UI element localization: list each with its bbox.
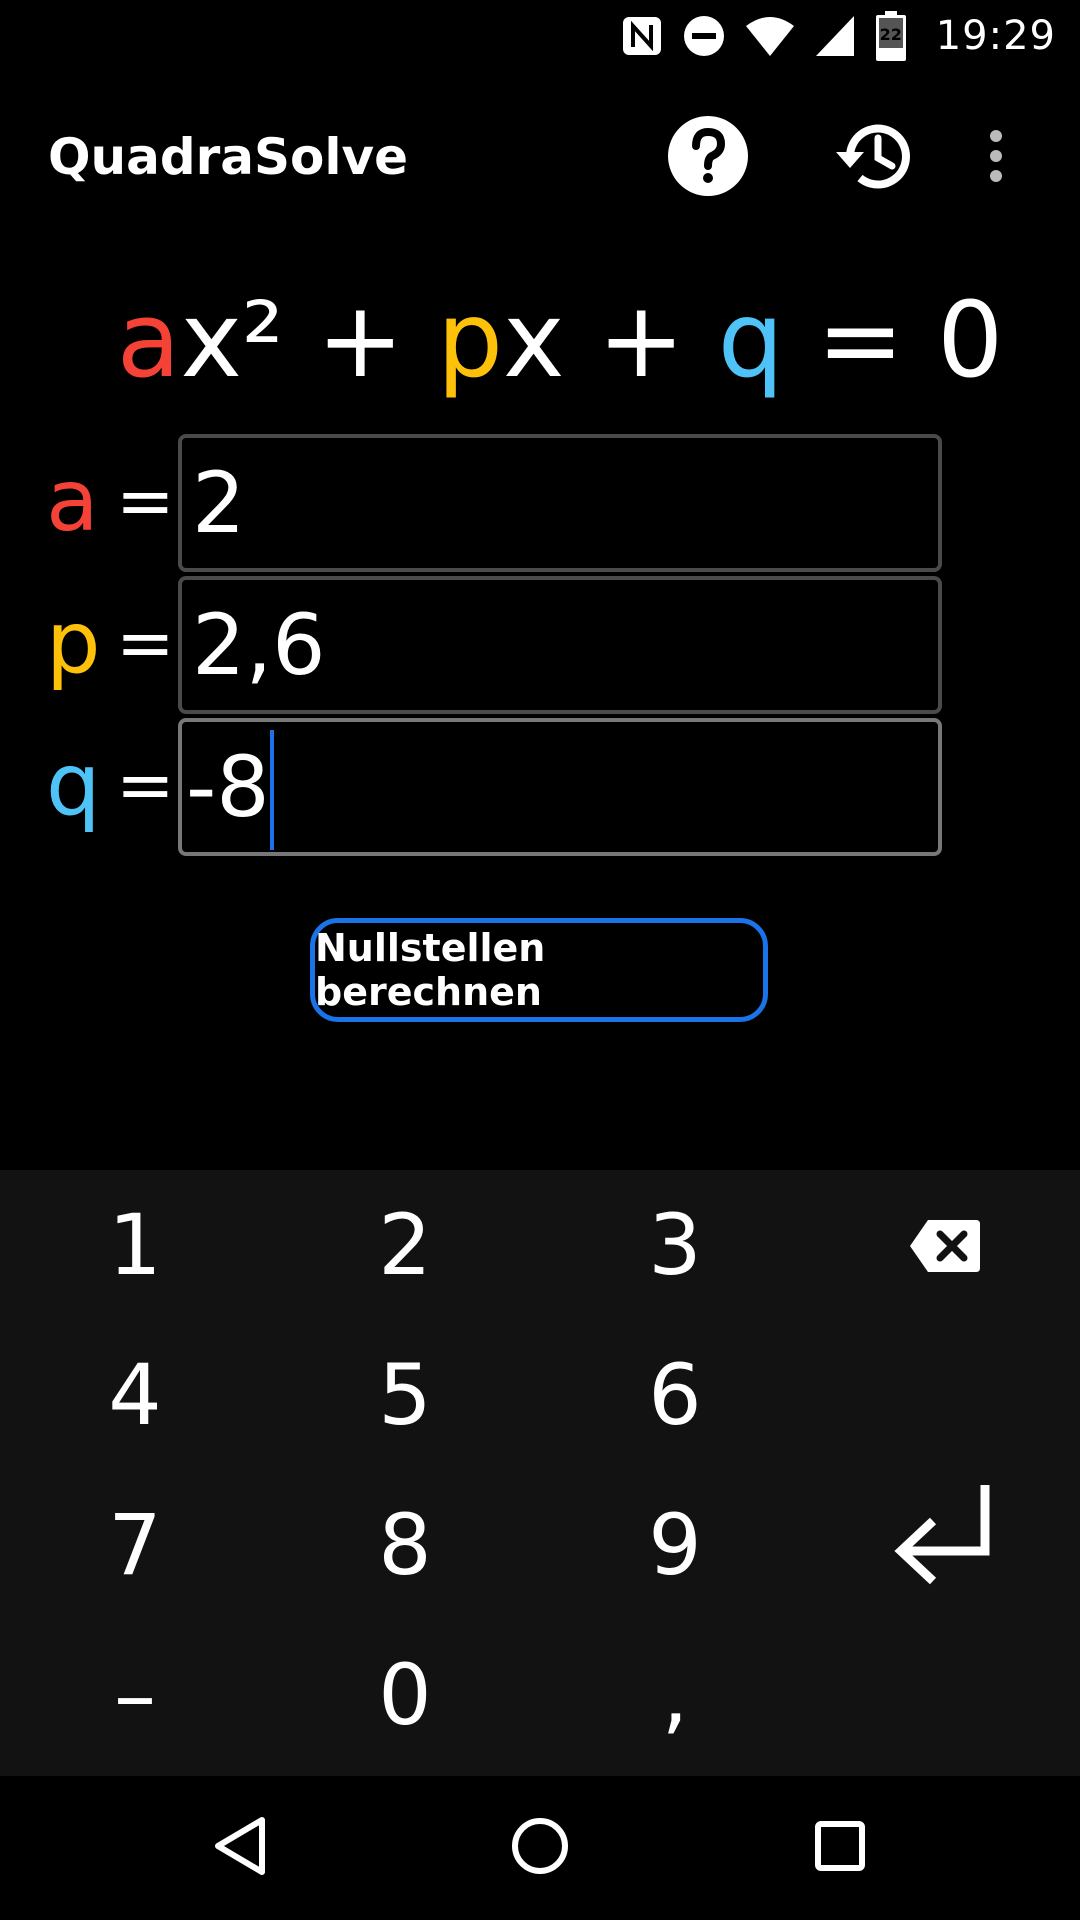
input-row-q: q = -8 <box>0 718 1080 856</box>
equation-coef-a: a <box>116 279 181 401</box>
backspace-icon <box>908 1196 982 1294</box>
key-7[interactable]: 7 <box>0 1470 270 1620</box>
input-row-a: a = 2 <box>0 434 1080 572</box>
enter-key[interactable] <box>810 1470 1080 1620</box>
key-9[interactable]: 9 <box>540 1470 810 1620</box>
key-5[interactable]: 5 <box>270 1320 540 1470</box>
more-vert-icon <box>986 128 1006 188</box>
equals-sign: = <box>116 744 175 826</box>
equation-rhs: = 0 <box>783 279 1004 401</box>
recents-icon <box>814 1820 866 1876</box>
key-1[interactable]: 1 <box>0 1170 270 1320</box>
input-p-value: 2,6 <box>192 596 326 694</box>
calculate-roots-button[interactable]: Nullstellen berechnen <box>310 918 768 1022</box>
key-6[interactable]: 6 <box>540 1320 810 1470</box>
equation-coef-p: p <box>436 279 503 401</box>
home-button[interactable] <box>500 1808 580 1888</box>
input-a-field[interactable]: 2 <box>178 434 942 572</box>
key-2[interactable]: 2 <box>270 1170 540 1320</box>
battery-icon: 22 <box>875 11 906 61</box>
backspace-key[interactable] <box>810 1170 1080 1320</box>
label-q: q <box>46 735 101 835</box>
equation-coef-q: q <box>717 279 784 401</box>
system-navigation-bar <box>0 1776 1080 1920</box>
nfc-icon <box>620 14 664 58</box>
label-a: a <box>46 451 99 551</box>
help-button[interactable] <box>660 110 756 206</box>
numeric-keypad: 1 2 3 4 5 6 7 8 9 – 0 , <box>0 1170 1080 1776</box>
input-q-value: -8 <box>186 738 270 836</box>
enter-icon <box>893 1481 997 1609</box>
equals-sign: = <box>116 460 175 542</box>
status-bar: 22 19:29 <box>0 0 1080 72</box>
key-4[interactable]: 4 <box>0 1320 270 1470</box>
input-p-field[interactable]: 2,6 <box>178 576 942 714</box>
battery-level: 22 <box>879 25 902 44</box>
key-8[interactable]: 8 <box>270 1470 540 1620</box>
recents-button[interactable] <box>800 1808 880 1888</box>
clock: 19:29 <box>935 13 1056 59</box>
equation-x2: x² + <box>180 279 437 401</box>
app-bar: QuadraSolve <box>0 84 1080 232</box>
equation-display: ax² + px + q = 0 <box>0 280 1080 400</box>
help-icon <box>666 114 750 202</box>
key-minus[interactable]: – <box>0 1620 270 1770</box>
status-icons: 22 19:29 <box>620 10 1056 62</box>
equals-sign: = <box>116 602 175 684</box>
key-comma[interactable]: , <box>540 1620 810 1770</box>
key-0[interactable]: 0 <box>270 1620 540 1770</box>
input-q-field[interactable]: -8 <box>178 718 942 856</box>
app-title: QuadraSolve <box>48 128 409 186</box>
equation-x: x + <box>502 279 718 401</box>
label-p: p <box>46 593 101 693</box>
home-icon <box>510 1816 570 1880</box>
input-a-value: 2 <box>192 454 246 552</box>
history-button[interactable] <box>826 110 922 206</box>
key-3[interactable]: 3 <box>540 1170 810 1320</box>
cell-signal-icon <box>814 14 858 58</box>
input-row-p: p = 2,6 <box>0 576 1080 714</box>
do-not-disturb-icon <box>682 14 726 58</box>
back-icon <box>212 1816 268 1880</box>
more-options-button[interactable] <box>966 110 1026 206</box>
text-cursor <box>270 730 274 850</box>
back-button[interactable] <box>200 1808 280 1888</box>
history-icon <box>830 114 918 202</box>
wifi-icon <box>744 14 796 58</box>
